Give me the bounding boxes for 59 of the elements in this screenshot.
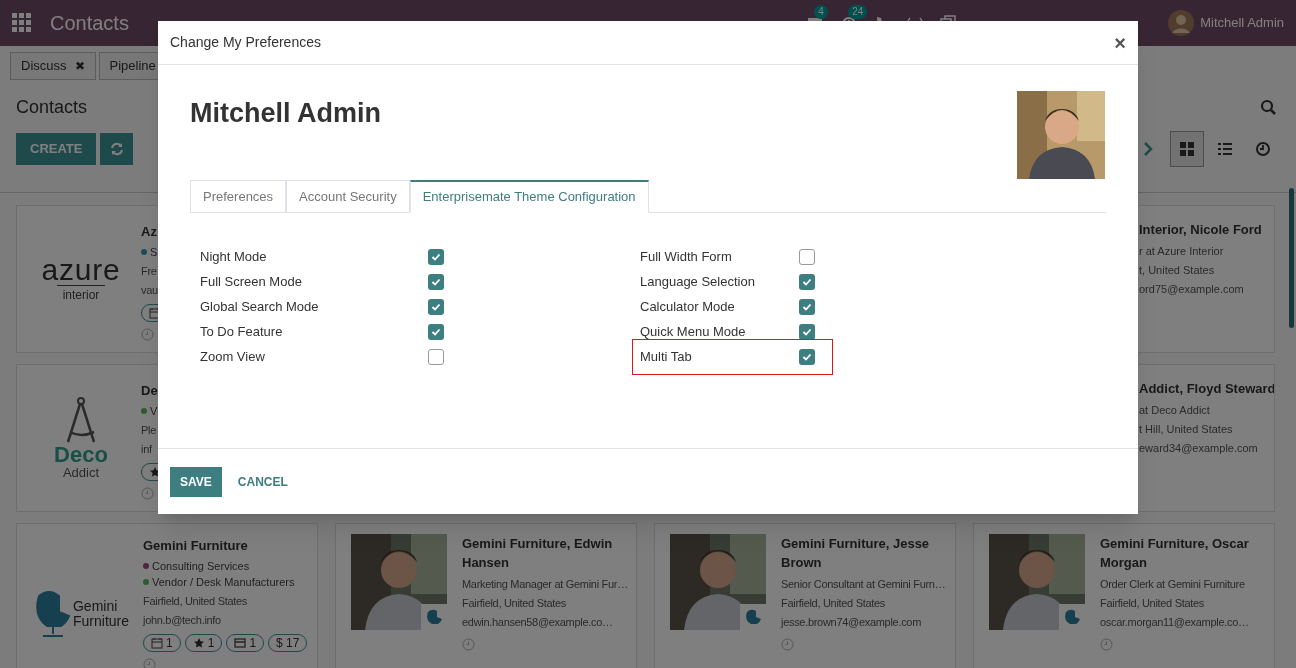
logo-text: Gemini — [73, 599, 119, 614]
contact-detail: Marketing Manager at Gemini Fur… — [462, 577, 629, 592]
setting-label: Quick Menu Mode — [640, 322, 746, 341]
contact-detail: Fairfield, United States — [781, 596, 887, 611]
contact-name: Az — [141, 223, 158, 241]
app-name: Contacts — [50, 11, 129, 36]
logo-text: interior — [56, 284, 106, 304]
contact-detail: Fre — [141, 264, 158, 279]
contact-detail: Senior Consultant at Gemini Furn… — [781, 577, 947, 592]
tag-label: Consulting Services — [152, 559, 250, 574]
setting-label: Full Screen Mode — [200, 272, 302, 291]
contact-name: Gemini Furniture, Edwin Hansen — [462, 535, 614, 572]
user-name: Mitchell Admin — [190, 97, 381, 130]
contact-name: De — [141, 382, 159, 400]
tag-label: V — [150, 404, 158, 419]
contact-name: Addict, Floyd Steward — [1139, 380, 1274, 398]
contact-detail: Fairfield, United States — [1100, 596, 1206, 611]
setting-label: Global Search Mode — [200, 297, 319, 316]
logo-text: Addict — [62, 466, 100, 480]
contact-name: Gemini Furniture — [143, 537, 249, 555]
setting-label: To Do Feature — [200, 322, 283, 341]
contact-detail: vau — [141, 283, 159, 298]
count-badge: 24 — [848, 5, 868, 19]
contact-detail: t Hill, United States — [1139, 422, 1234, 437]
contact-detail: john.b@tech.info — [143, 613, 222, 628]
contact-detail: eward34@example.com — [1139, 441, 1259, 456]
chip-count: 1 — [207, 635, 215, 652]
logo-text: Furniture — [73, 614, 129, 629]
dialog-title: Change My Preferences — [170, 33, 321, 52]
setting-label: Multi Tab — [640, 347, 692, 366]
contact-detail: Fairfield, United States — [462, 596, 568, 611]
contact-detail: r at Azure Interior — [1139, 244, 1225, 259]
setting-label: Calculator Mode — [640, 297, 735, 316]
count-badge: 4 — [814, 5, 828, 19]
contact-detail: at Deco Addict — [1139, 403, 1211, 418]
setting-label: Language Selection — [640, 272, 755, 291]
chip-count: 1 — [166, 635, 173, 652]
tag-label: S — [150, 245, 158, 260]
chip-count: $ 17 — [276, 635, 300, 652]
contact-detail: Ple — [141, 423, 157, 438]
chip-count: 1 — [249, 635, 257, 652]
contact-name: Gemini Furniture, Jesse Brown — [781, 535, 931, 572]
setting-label: Night Mode — [200, 247, 267, 266]
contact-detail: oscar.morgan11@example.co… — [1100, 615, 1250, 630]
contact-detail: jesse.brown74@example.com — [781, 615, 922, 630]
tag-label: Vendor / Desk Manufacturers — [152, 575, 295, 590]
setting-label: Full Width Form — [640, 247, 732, 266]
setting-label: Zoom View — [200, 347, 265, 366]
page-title: Contacts — [16, 95, 88, 119]
contact-detail: Fairfield, United States — [143, 594, 249, 609]
contact-detail: inf — [141, 442, 153, 457]
contact-name: Gemini Furniture, Oscar Morgan — [1100, 535, 1250, 572]
contact-detail: edwin.hansen58@example.co… — [462, 615, 614, 630]
contact-detail: ord75@example.com — [1139, 282, 1245, 297]
contact-detail: t, United States — [1139, 263, 1216, 278]
contact-name: Interior, Nicole Ford — [1139, 221, 1262, 239]
logo-text: azure — [41, 254, 121, 285]
logo-text: Deco — [54, 444, 108, 466]
contact-detail: Order Clerk at Gemini Furniture — [1100, 577, 1246, 592]
